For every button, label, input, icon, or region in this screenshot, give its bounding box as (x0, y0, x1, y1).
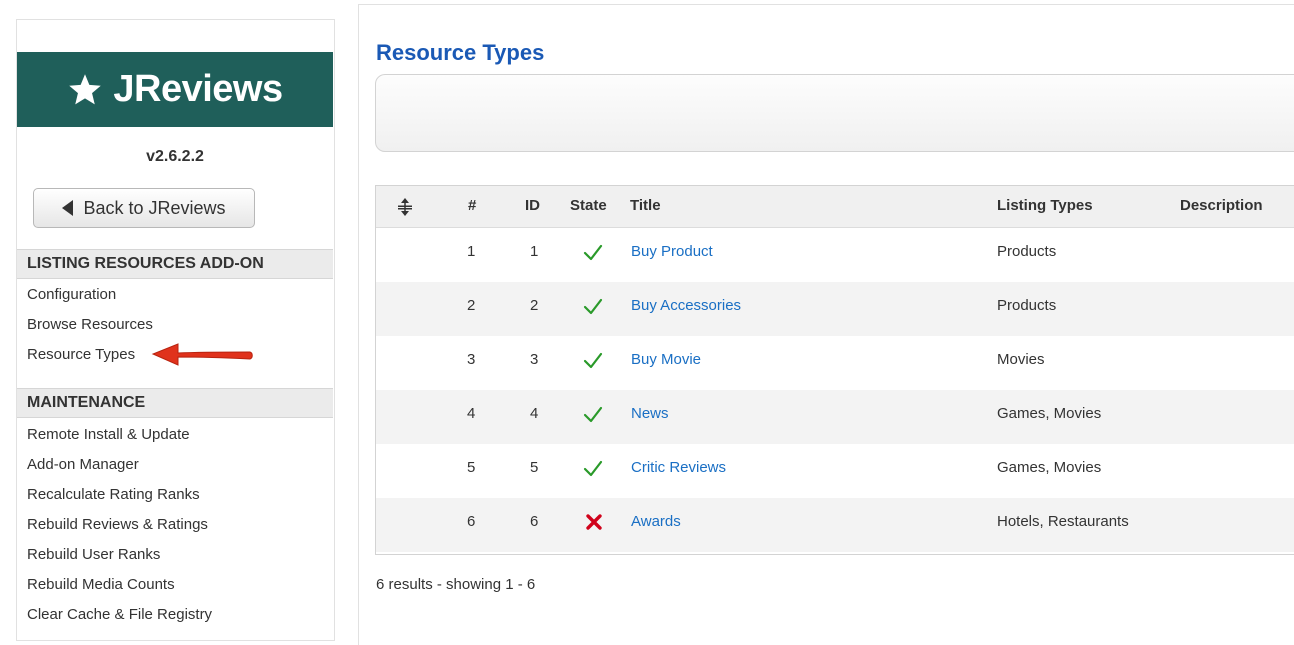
back-to-jreviews-button[interactable]: Back to JReviews (33, 188, 255, 228)
row-title-link[interactable]: Buy Product (631, 243, 713, 260)
reorder-icon[interactable] (397, 197, 413, 217)
col-listing-types: Listing Types (997, 197, 1093, 214)
row-id: 1 (530, 243, 539, 260)
nav-remote-install[interactable]: Remote Install & Update (27, 426, 190, 443)
table-row: 2 2 Buy Accessories Products (376, 282, 1294, 336)
nav-resource-types[interactable]: Resource Types (27, 346, 135, 363)
logo-text: JReviews (113, 68, 283, 110)
row-num: 1 (467, 243, 476, 260)
row-id: 4 (530, 405, 539, 422)
check-icon[interactable] (583, 458, 603, 478)
nav-rebuild-media-counts[interactable]: Rebuild Media Counts (27, 576, 175, 593)
row-id: 6 (530, 513, 539, 530)
results-count: 6 results - showing 1 - 6 (376, 576, 536, 593)
row-title-link[interactable]: Buy Movie (631, 351, 701, 368)
resource-types-table: # ID State Title Listing Types Descripti… (375, 185, 1294, 555)
star-icon (69, 73, 102, 104)
nav-rebuild-user-ranks[interactable]: Rebuild User Ranks (27, 546, 160, 563)
section-maintenance: MAINTENANCE (17, 388, 333, 418)
row-listing-types: Hotels, Restaurants (997, 513, 1129, 530)
row-title-link[interactable]: News (631, 405, 669, 422)
col-title: Title (630, 197, 661, 214)
row-listing-types: Products (997, 297, 1057, 314)
table-row: 4 4 News Games, Movies (376, 390, 1294, 444)
row-listing-types: Games, Movies (997, 459, 1102, 476)
nav-clear-cache[interactable]: Clear Cache & File Registry (27, 606, 212, 623)
col-description: Description (1180, 197, 1263, 214)
row-title-link[interactable]: Critic Reviews (631, 459, 726, 476)
row-id: 3 (530, 351, 539, 368)
check-icon[interactable] (583, 242, 603, 262)
back-button-label: Back to JReviews (83, 197, 226, 218)
section-listing-resources: LISTING RESOURCES ADD-ON (17, 249, 333, 279)
table-header: # ID State Title Listing Types Descripti… (376, 186, 1294, 228)
row-num: 2 (467, 297, 476, 314)
row-listing-types: Products (997, 243, 1057, 260)
sidebar: JReviews v2.6.2.2 Back to JReviews LISTI… (16, 19, 335, 641)
col-num: # (468, 197, 477, 214)
jreviews-logo: JReviews (17, 52, 333, 127)
nav-rebuild-reviews[interactable]: Rebuild Reviews & Ratings (27, 516, 208, 533)
row-num: 4 (467, 405, 476, 422)
toolbar (375, 74, 1294, 152)
row-num: 5 (467, 459, 476, 476)
table-row: 5 5 Critic Reviews Games, Movies (376, 444, 1294, 498)
row-listing-types: Games, Movies (997, 405, 1102, 422)
table-row: 6 6 Awards Hotels, Restaurants (376, 498, 1294, 552)
col-id: ID (525, 197, 540, 214)
nav-recalculate-ranks[interactable]: Recalculate Rating Ranks (27, 486, 200, 503)
check-icon[interactable] (583, 404, 603, 424)
row-listing-types: Movies (997, 351, 1045, 368)
back-arrow-icon (62, 200, 74, 216)
annotation-arrow-icon (151, 343, 253, 366)
row-id: 2 (530, 297, 539, 314)
row-num: 3 (467, 351, 476, 368)
row-id: 5 (530, 459, 539, 476)
row-title-link[interactable]: Buy Accessories (631, 297, 741, 314)
page-title: Resource Types (376, 40, 545, 65)
nav-browse-resources[interactable]: Browse Resources (27, 316, 153, 333)
row-num: 6 (467, 513, 476, 530)
row-title-link[interactable]: Awards (631, 513, 681, 530)
version-label: v2.6.2.2 (146, 148, 204, 165)
check-icon[interactable] (583, 296, 603, 316)
cross-icon[interactable] (584, 512, 604, 532)
nav-configuration[interactable]: Configuration (27, 286, 116, 303)
table-row: 1 1 Buy Product Products (376, 228, 1294, 282)
table-row: 3 3 Buy Movie Movies (376, 336, 1294, 390)
nav-addon-manager[interactable]: Add-on Manager (27, 456, 139, 473)
check-icon[interactable] (583, 350, 603, 370)
col-state: State (570, 197, 607, 214)
